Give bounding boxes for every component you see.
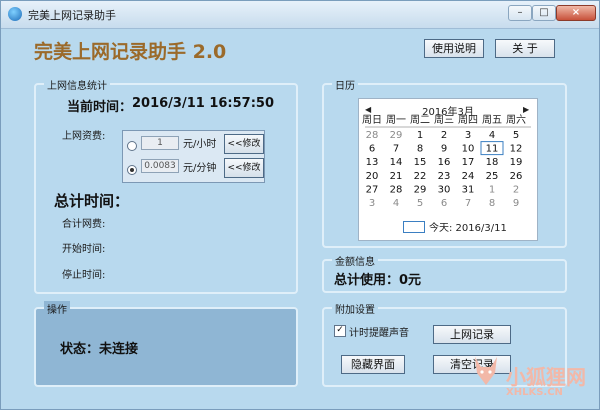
calendar-day-cell[interactable]: 16 [438, 157, 451, 168]
next-month-icon[interactable]: ▶ [523, 105, 529, 114]
app-icon [8, 7, 22, 21]
calendar: 周日 周一 周二 周三 周四 周五 周六 28 29 1 2 3 4 5 6 7 8 9 10 11 12 13 14 15 1… [358, 98, 538, 241]
calendar-day-cell[interactable]: 12 [510, 144, 523, 155]
help-button[interactable]: 使用说明 [424, 39, 484, 58]
close-icon: × [571, 7, 581, 18]
calendar-day-cell[interactable]: 7 [393, 144, 399, 155]
money-total: 总计使用：0元 [334, 273, 422, 288]
calendar-day-cell[interactable]: 24 [462, 171, 475, 182]
extra-settings-label: 附加设置 [332, 301, 378, 316]
calendar-day-cell[interactable]: 9 [513, 198, 519, 209]
window-title: 完美上网记录助手 [28, 9, 116, 22]
calendar-day-cell[interactable]: 7 [465, 198, 471, 209]
about-button[interactable]: 关 于 [495, 39, 555, 58]
rate-minute-radio[interactable] [127, 165, 137, 175]
calendar-day-cell[interactable]: 18 [486, 157, 499, 168]
calendar-day-cell[interactable]: 8 [489, 198, 495, 209]
hide-button[interactable]: 隐藏界面 [341, 355, 405, 374]
rate-hour-input[interactable]: 1 [141, 136, 179, 150]
log-button[interactable]: 上网记录 [433, 325, 511, 344]
current-time-label: 当前时间： [67, 100, 133, 115]
calendar-day-cell[interactable]: 19 [510, 157, 523, 168]
total-time-label: 总计时间： [54, 192, 130, 210]
calendar-day-cell[interactable]: 28 [390, 184, 403, 195]
calendar-day-cell[interactable]: 28 [366, 130, 379, 141]
timer-sound-label: 计时提醒声音 [349, 328, 409, 339]
calendar-day-cell[interactable]: 4 [393, 198, 399, 209]
calendar-day-cell[interactable]: 31 [462, 184, 475, 195]
operations-group-label: 操作 [44, 301, 70, 316]
app-window: 完美上网记录助手 – □ × 完美上网记录助手 2.0 使用说明 关 于 上网信… [0, 0, 600, 410]
calendar-day-cell[interactable]: 5 [513, 130, 519, 141]
current-time-value: 2016/3/11 16:57:50 [132, 96, 275, 111]
calendar-day-cell[interactable]: 14 [390, 157, 403, 168]
calendar-day-cell[interactable]: 4 [489, 130, 495, 141]
calendar-day-cell[interactable]: 2 [441, 130, 447, 141]
calendar-day-cell[interactable]: 13 [366, 157, 379, 168]
timer-sound-checkbox[interactable]: ✓ [334, 325, 346, 337]
maximize-icon: □ [539, 7, 549, 18]
money-group: 金额信息 总计使用：0元 [322, 253, 567, 293]
calendar-day-cell[interactable]: 25 [486, 171, 499, 182]
calendar-day-cell[interactable]: 22 [414, 171, 427, 182]
title-bar[interactable]: 完美上网记录助手 – □ × [1, 1, 599, 29]
calendar-day-cell[interactable]: 20 [366, 171, 379, 182]
calendar-day-cell[interactable]: 11 [486, 144, 499, 155]
stop-time-label: 停止时间: [62, 270, 106, 281]
calendar-day-cell[interactable]: 29 [390, 130, 403, 141]
calendar-day-cell[interactable]: 8 [417, 144, 423, 155]
connection-status: 状态：未连接 [60, 342, 139, 357]
total-fee-label: 合计网费: [62, 219, 106, 230]
calendar-group-label: 日历 [332, 77, 358, 92]
calendar-day-cell[interactable]: 26 [510, 171, 523, 182]
stats-group-label: 上网信息统计 [44, 77, 110, 92]
calendar-day-cell[interactable]: 1 [489, 184, 495, 195]
calendar-day-cell[interactable]: 17 [462, 157, 475, 168]
calendar-day-cell[interactable]: 3 [369, 198, 375, 209]
rate-hour-unit: 元/小时 [183, 139, 217, 150]
calendar-day-cell[interactable]: 5 [417, 198, 423, 209]
modify-minute-button[interactable]: <<修改 [224, 158, 264, 178]
app-title: 完美上网记录助手 2.0 [34, 41, 227, 63]
modify-hour-button[interactable]: <<修改 [224, 134, 264, 154]
watermark-url: XHLKS.CN [506, 387, 563, 398]
maximize-button[interactable]: □ [532, 5, 556, 21]
calendar-day-cell[interactable]: 15 [414, 157, 427, 168]
rate-minute-input[interactable]: 0.0083 [141, 159, 179, 173]
rate-label: 上网资费: [62, 131, 106, 142]
calendar-day-cell[interactable]: 30 [438, 184, 451, 195]
checkmark-icon: ✓ [336, 325, 344, 335]
calendar-day-cell[interactable]: 9 [441, 144, 447, 155]
calendar-month-title: 2016年3月 [422, 107, 474, 118]
close-button[interactable]: × [556, 5, 596, 21]
rate-minute-unit: 元/分钟 [183, 163, 217, 174]
calendar-group: 日历 周日 周一 周二 周三 周四 周五 周六 28 29 1 2 3 4 5 6 7 8 9 10 11 12 13 14… [322, 77, 567, 248]
calendar-today-text[interactable]: 今天: 2016/3/11 [429, 219, 507, 234]
calendar-day-cell[interactable]: 29 [414, 184, 427, 195]
calendar-day-cell[interactable]: 23 [438, 171, 451, 182]
calendar-day-cell[interactable]: 1 [417, 130, 423, 141]
fox-logo-icon [475, 357, 497, 385]
calendar-day-cell[interactable]: 3 [465, 130, 471, 141]
operations-group: 操作 状态：未连接 [34, 301, 298, 387]
stats-group: 上网信息统计 当前时间： 2016/3/11 16:57:50 上网资费: 1 … [34, 77, 298, 294]
minimize-button[interactable]: – [508, 5, 532, 21]
today-marker [403, 221, 425, 233]
calendar-day-cell[interactable]: 6 [369, 144, 375, 155]
rate-box: 1 元/小时 <<修改 0.0083 元/分钟 <<修改 [122, 130, 265, 183]
rate-hour-radio[interactable] [127, 141, 137, 151]
watermark-text: 小狐狸网 [506, 365, 586, 389]
money-group-label: 金额信息 [332, 253, 378, 268]
calendar-day-cell[interactable]: 10 [462, 144, 475, 155]
calendar-day-cell[interactable]: 27 [366, 184, 379, 195]
calendar-day-cell[interactable]: 21 [390, 171, 403, 182]
calendar-day-cell[interactable]: 2 [513, 184, 519, 195]
calendar-day-cell[interactable]: 6 [441, 198, 447, 209]
start-time-label: 开始时间: [62, 244, 106, 255]
minimize-icon: – [517, 7, 523, 18]
